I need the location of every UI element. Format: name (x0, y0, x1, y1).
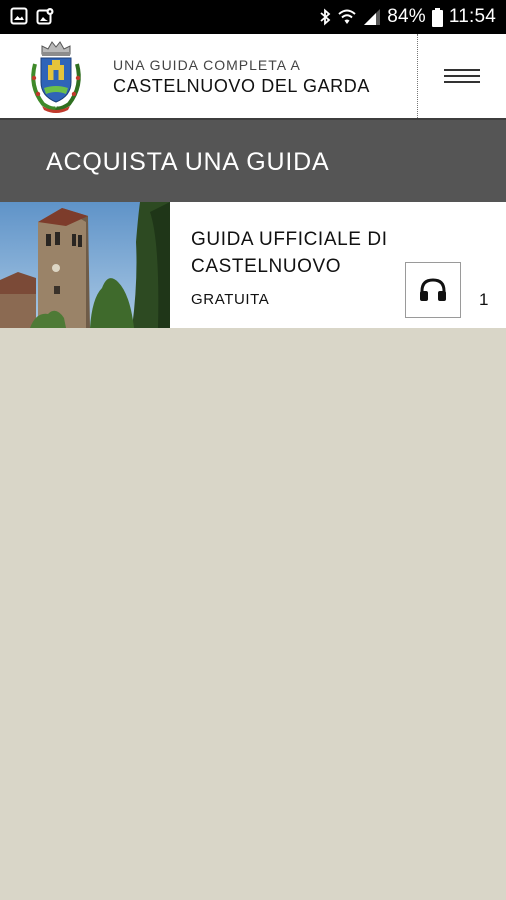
coat-of-arms-logo (31, 41, 81, 113)
app-header: UNA GUIDA COMPLETA A CASTELNUOVO DEL GAR… (0, 34, 506, 118)
guide-count: 1 (479, 290, 489, 309)
header-title: CASTELNUOVO DEL GARDA (113, 76, 370, 96)
photo-location-icon (36, 8, 54, 25)
headphones-icon (420, 278, 446, 301)
bluetooth-icon (320, 8, 331, 26)
guide-card[interactable]: GUIDA UFFICIALE DI CASTELNUOVO GRATUITA … (0, 202, 506, 328)
guide-price: GRATUITA (191, 291, 270, 308)
header-subtitle: UNA GUIDA COMPLETA A (113, 57, 301, 73)
menu-button[interactable] (418, 34, 506, 118)
clock: 11:54 (448, 6, 496, 27)
audio-guide-button[interactable] (405, 262, 461, 318)
guide-thumbnail-image (0, 202, 170, 328)
page-title: ACQUISTA UNA GUIDA (46, 148, 330, 176)
hamburger-menu-icon (444, 65, 480, 87)
wifi-icon (338, 9, 356, 24)
signal-icon (364, 9, 381, 25)
gallery-icon (10, 7, 28, 25)
guide-title: GUIDA UFFICIALE DI CASTELNUOVO (191, 229, 388, 277)
page-title-bar: ACQUISTA UNA GUIDA (0, 118, 506, 202)
battery-icon (431, 7, 443, 27)
battery-percent: 84% (387, 6, 426, 27)
status-bar: 84% 11:54 (0, 0, 506, 34)
